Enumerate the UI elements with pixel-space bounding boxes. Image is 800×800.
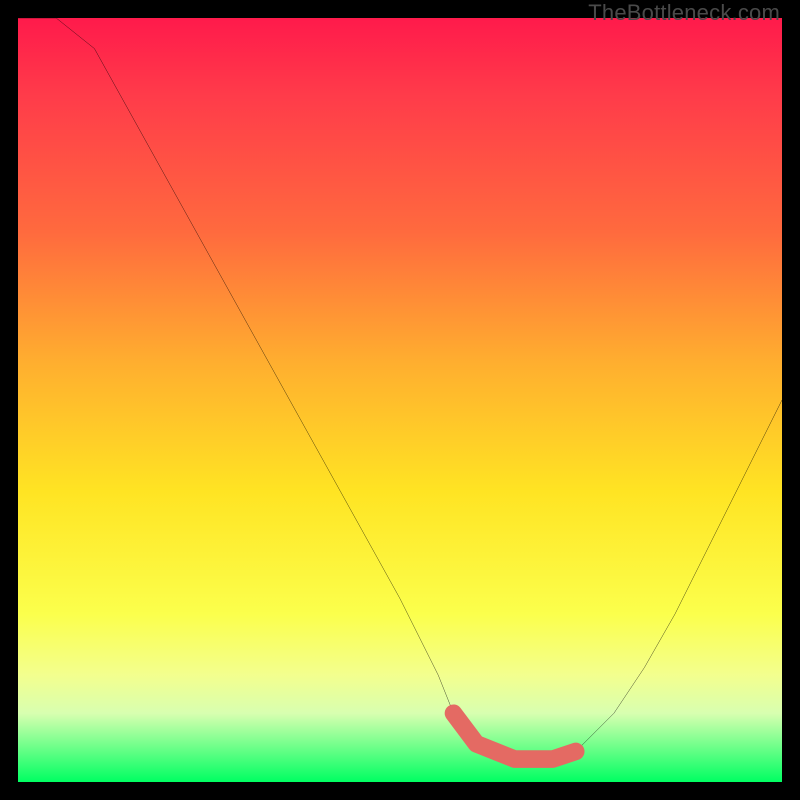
chart-frame: TheBottleneck.com (0, 0, 800, 800)
curve-layer (18, 18, 782, 782)
optimal-range-start-dot (446, 706, 461, 721)
watermark-text: TheBottleneck.com (588, 0, 780, 26)
bottleneck-curve (18, 18, 782, 759)
optimal-range-marker (453, 713, 575, 759)
plot-area (18, 18, 782, 782)
